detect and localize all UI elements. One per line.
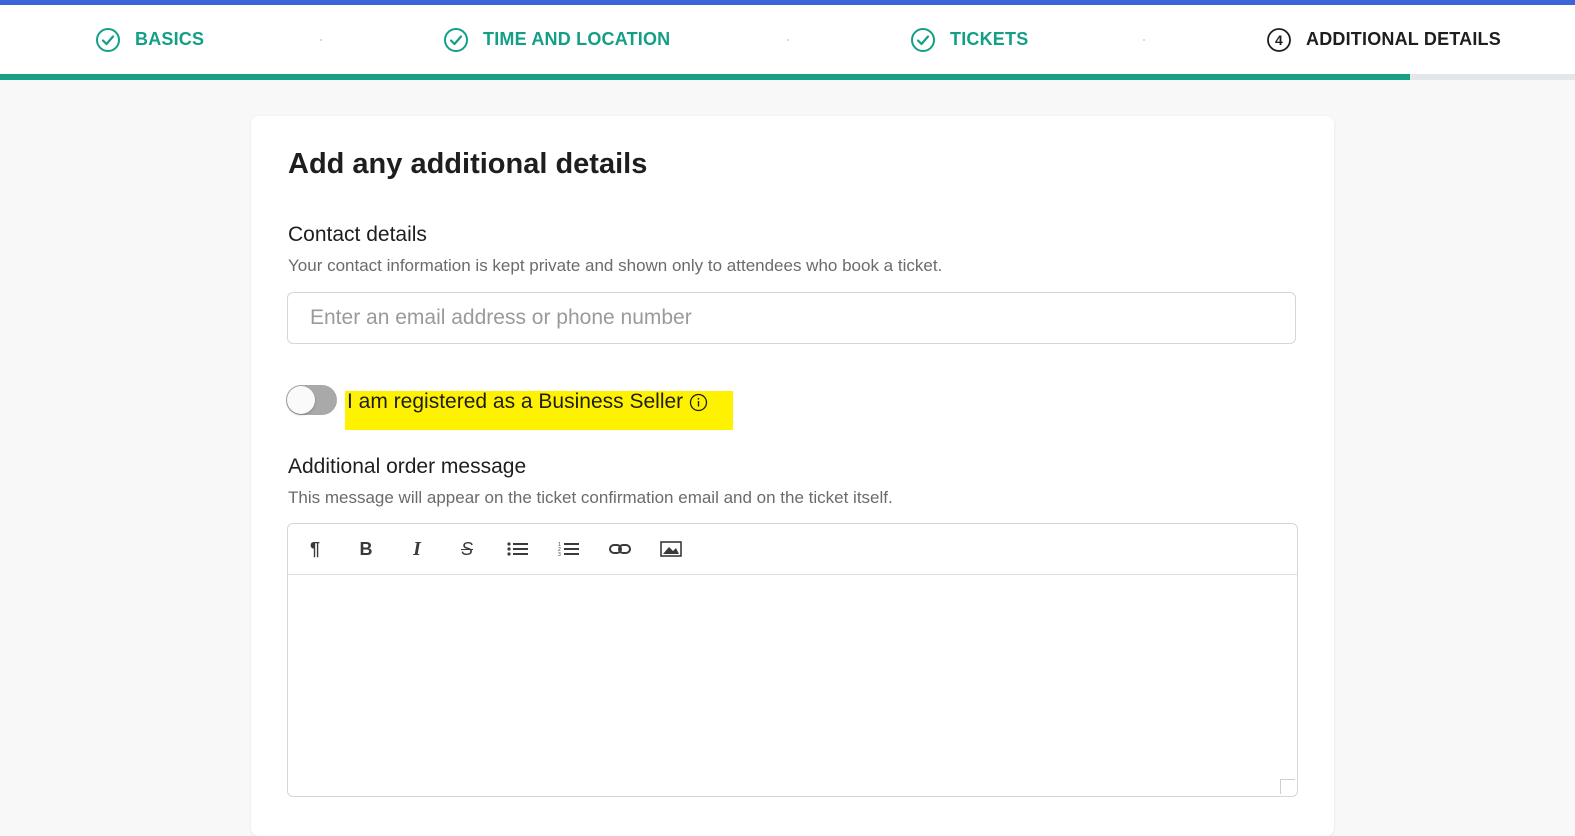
step-label: TIME AND LOCATION: [483, 29, 671, 49]
info-icon[interactable]: [689, 393, 708, 412]
progress-stepper: BASICS TIME AND LOCATION TICKETS 4 ADDIT…: [0, 5, 1575, 74]
step-label: TICKETS: [950, 29, 1029, 49]
resize-handle[interactable]: [1280, 779, 1295, 794]
step-label: BASICS: [135, 29, 205, 49]
step-label: ADDITIONAL DETAILS: [1306, 29, 1501, 49]
image-icon[interactable]: [659, 537, 683, 561]
link-icon[interactable]: [608, 537, 632, 561]
step-separator: [320, 39, 322, 41]
check-circle-icon: [910, 27, 936, 53]
svg-text:3: 3: [558, 552, 561, 557]
step-tickets[interactable]: TICKETS: [910, 5, 1028, 74]
editor-text-area[interactable]: [288, 575, 1297, 796]
business-seller-toggle[interactable]: [286, 385, 337, 415]
numbered-list-icon[interactable]: 123: [557, 537, 581, 561]
details-card: Add any additional details Contact detai…: [251, 116, 1334, 836]
business-seller-text: I am registered as a Business Seller: [347, 390, 684, 413]
step-additional-details[interactable]: 4 ADDITIONAL DETAILS: [1266, 5, 1501, 74]
bold-icon[interactable]: B: [354, 537, 378, 561]
bullet-list-icon[interactable]: [506, 537, 530, 561]
page-title: Add any additional details: [288, 148, 648, 180]
order-message-editor: ¶ B I S 123: [287, 523, 1298, 797]
contact-input[interactable]: [287, 292, 1296, 344]
contact-details-help: Your contact information is kept private…: [288, 256, 943, 275]
check-circle-icon: [95, 27, 121, 53]
italic-icon[interactable]: I: [405, 537, 429, 561]
paragraph-icon[interactable]: ¶: [303, 537, 327, 561]
editor-toolbar: ¶ B I S 123: [288, 524, 1297, 575]
check-circle-icon: [443, 27, 469, 53]
numbered-circle-icon: 4: [1266, 27, 1292, 53]
order-message-label: Additional order message: [288, 455, 527, 478]
progress-fill: [0, 74, 1410, 80]
svg-text:4: 4: [1275, 32, 1283, 48]
order-message-help: This message will appear on the ticket c…: [288, 488, 893, 507]
step-separator: [1143, 39, 1145, 41]
step-time-and-location[interactable]: TIME AND LOCATION: [443, 5, 670, 74]
contact-details-label: Contact details: [288, 223, 427, 246]
step-basics[interactable]: BASICS: [95, 5, 204, 74]
step-separator: [787, 39, 789, 41]
strikethrough-icon[interactable]: S: [455, 537, 479, 561]
business-seller-label: I am registered as a Business Seller: [347, 390, 708, 414]
progress-track: [0, 74, 1575, 80]
toggle-knob: [287, 386, 315, 414]
